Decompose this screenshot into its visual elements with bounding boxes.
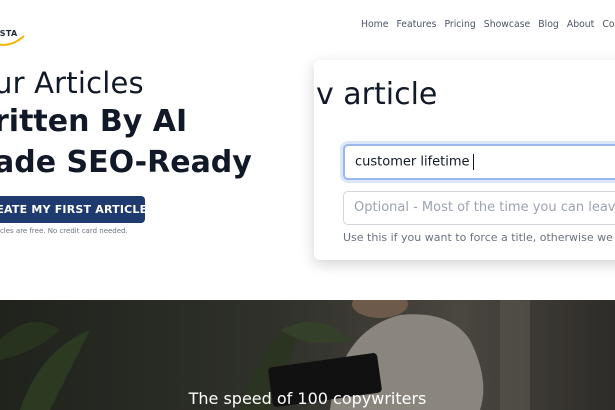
keyword-input[interactable]: customer lifetime [343,144,615,180]
keyword-value: customer lifetime [355,154,470,170]
cta-note: icles are free. No credit card needed. [0,227,128,235]
logo-text: ESTA [0,29,18,38]
band-tagline: The speed of 100 copywriters [188,389,427,408]
title-help-text: Use this if you want to force a title, o… [343,231,613,244]
nav-home[interactable]: Home [361,19,388,30]
nav-contact[interactable]: Conta [602,19,615,30]
card-title: v article [316,77,438,112]
hero-heading-line2: ritten By AI [0,104,188,139]
nav-features[interactable]: Features [396,19,436,30]
hero-heading-line1: ur Articles [0,66,144,100]
title-input[interactable]: Optional - Most of the time you can leav… [343,191,615,225]
nav-about[interactable]: About [567,19,595,30]
text-caret [472,154,474,170]
new-article-card: v article customer lifetime Optional - M… [314,60,615,260]
nav-pricing[interactable]: Pricing [444,19,475,30]
hero-heading-line3: ade SEO-Ready [0,145,252,180]
main-nav: Home Features Pricing Showcase Blog Abou… [361,19,615,30]
create-first-article-button[interactable]: REATE MY FIRST ARTICLE [0,196,147,223]
nav-blog[interactable]: Blog [538,19,559,30]
title-placeholder: Optional - Most of the time you can leav… [354,200,615,215]
nav-showcase[interactable]: Showcase [484,19,530,30]
brand-logo[interactable]: ESTA [0,10,34,46]
